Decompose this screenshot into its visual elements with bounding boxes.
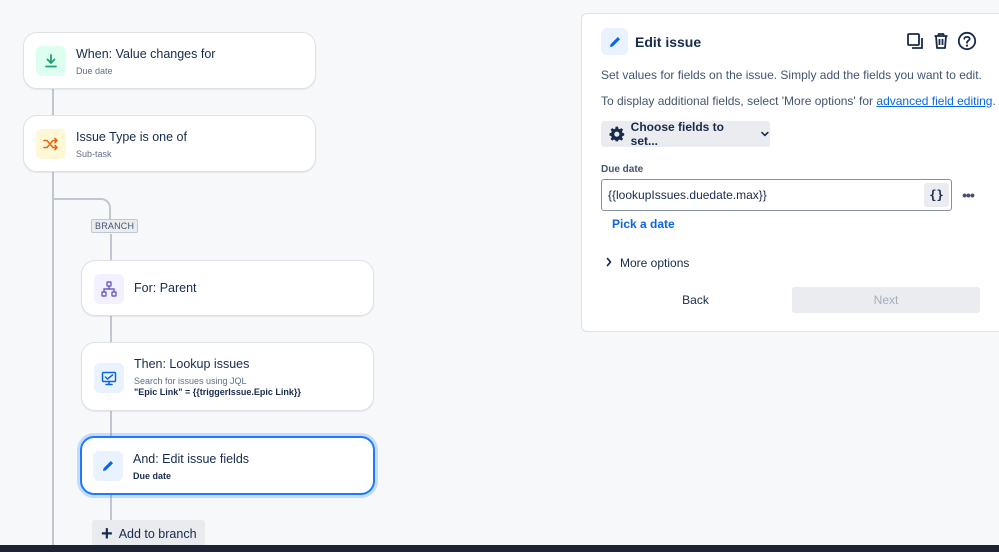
smart-value-button[interactable]: {}: [924, 183, 949, 207]
panel-title: Edit issue: [635, 34, 702, 50]
connector-for-lookup: [110, 316, 112, 343]
plus-icon: +: [101, 523, 113, 545]
chevron-down-icon: [761, 131, 769, 137]
next-button: Next: [792, 287, 980, 313]
lookup-subtitle: Search for issues using JQL: [134, 376, 247, 386]
chevron-right-icon: [605, 257, 613, 270]
for-parent-title: For: Parent: [134, 281, 197, 295]
bottom-bar: [0, 545, 999, 552]
lookup-issues-node[interactable]: Then: Lookup issues Search for issues us…: [81, 342, 374, 411]
branch-badge: BRANCH: [91, 219, 139, 233]
pencil-icon: [93, 451, 123, 481]
choose-fields-label: Choose fields to set...: [630, 120, 725, 148]
edit-node-title: And: Edit issue fields: [133, 452, 250, 466]
choose-fields-button[interactable]: Choose fields to set...: [601, 120, 770, 148]
condition-title: Issue Type is one of: [76, 130, 187, 144]
duplicate-icon[interactable]: [904, 30, 926, 52]
trash-icon[interactable]: [930, 30, 952, 52]
more-options-toggle[interactable]: More options: [605, 256, 689, 270]
due-date-label: Due date: [601, 164, 644, 175]
connector-lookup-edit: [110, 410, 112, 437]
more-options-label: More options: [620, 256, 690, 270]
pencil-icon: [601, 28, 628, 55]
gear-icon: [609, 126, 625, 142]
connector-condition-down: [52, 172, 54, 552]
trigger-node[interactable]: When: Value changes for Due date: [23, 32, 316, 89]
trigger-subtitle: Due date: [76, 66, 113, 76]
connector-branch-for: [110, 234, 112, 261]
condition-node[interactable]: Issue Type is one of Sub-task: [23, 115, 316, 172]
trigger-title: When: Value changes for: [76, 47, 216, 61]
lookup-title: Then: Lookup issues: [134, 357, 250, 371]
hierarchy-icon: [94, 274, 124, 304]
panel-description: Set values for fields on the issue. Simp…: [601, 68, 982, 82]
connector-edit-add: [110, 495, 112, 520]
help-icon[interactable]: [956, 30, 978, 52]
add-to-branch-label: Add to branch: [118, 527, 197, 541]
lookup-query: "Epic Link" = {{triggerIssue.Epic Link}}: [134, 387, 301, 397]
download-arrow-icon: [36, 46, 66, 76]
back-button[interactable]: Back: [601, 287, 790, 313]
monitor-icon: [94, 363, 124, 393]
add-to-branch-button[interactable]: + Add to branch: [92, 520, 205, 548]
connector-trigger-condition: [52, 88, 54, 116]
pick-a-date-link[interactable]: Pick a date: [612, 217, 675, 231]
shuffle-icon: [36, 129, 66, 159]
branch-for-parent-node[interactable]: For: Parent: [81, 260, 374, 316]
panel-description-advanced: To display additional fields, select 'Mo…: [601, 94, 996, 108]
edit-issue-panel: Edit issue Set values for fields on the …: [581, 13, 999, 332]
due-date-input[interactable]: [601, 179, 952, 211]
advanced-field-editing-link[interactable]: advanced field editing: [876, 94, 992, 108]
edit-issue-fields-node[interactable]: And: Edit issue fields Due date: [80, 436, 375, 495]
condition-subtitle: Sub-task: [76, 149, 112, 159]
edit-node-subtitle: Due date: [133, 471, 172, 481]
more-actions-icon[interactable]: •••: [958, 184, 978, 206]
